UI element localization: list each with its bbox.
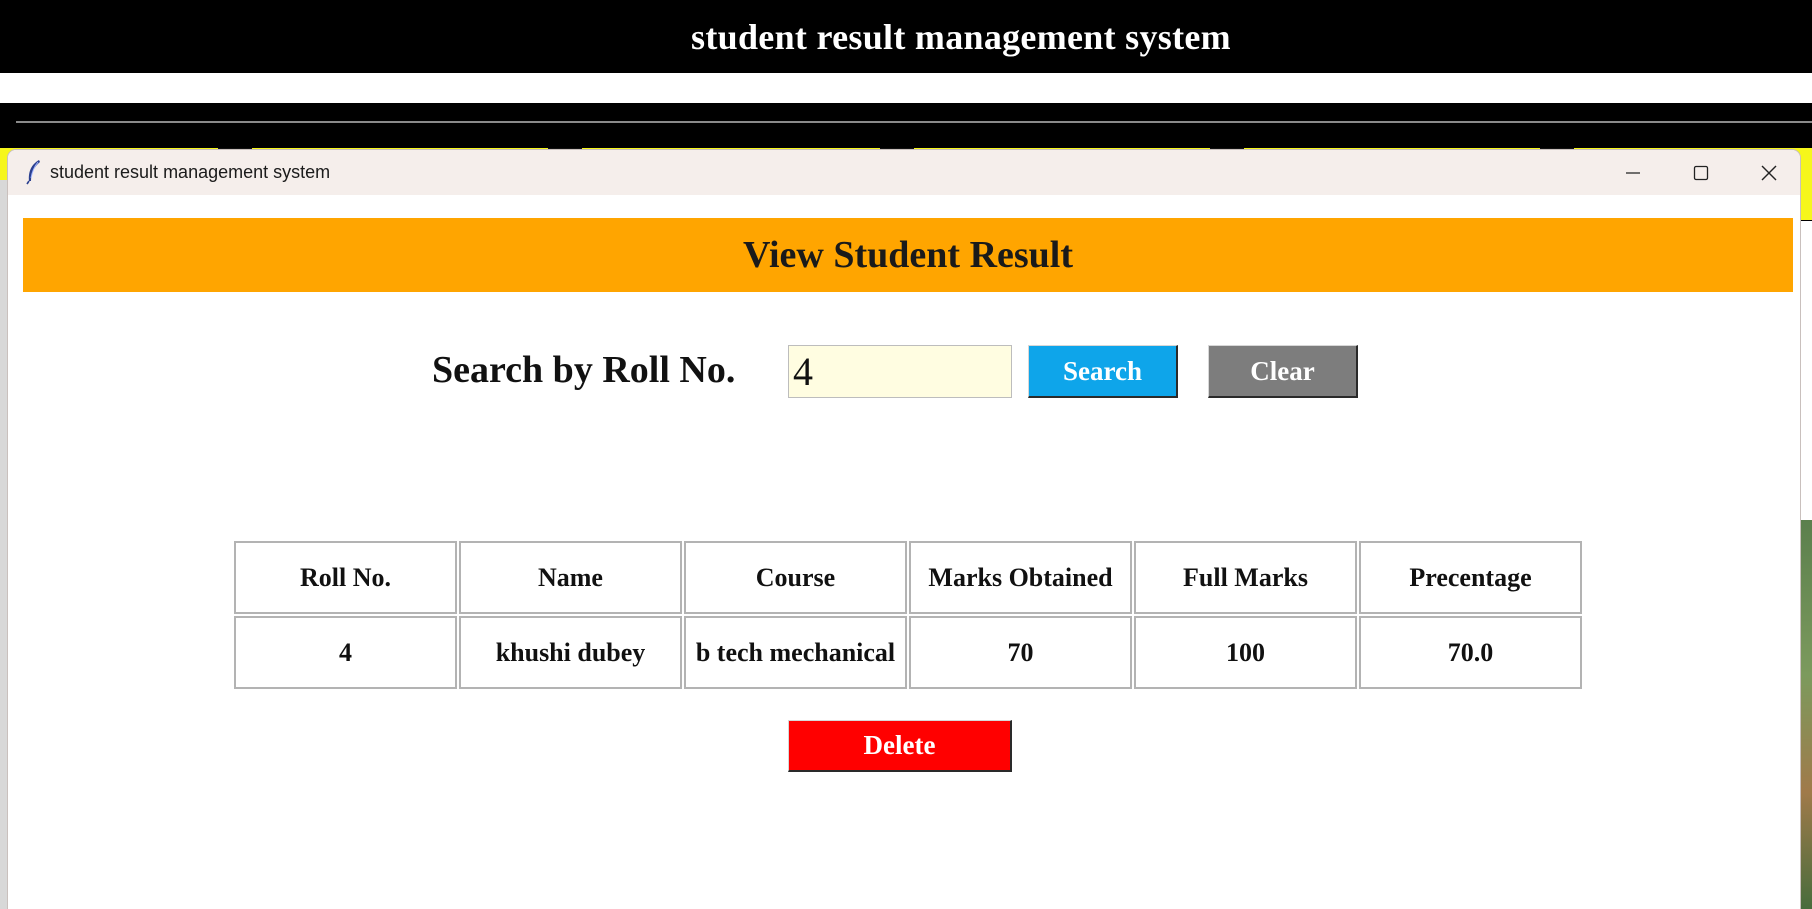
table-header-row: Roll No. Name Course Marks Obtained Full…: [234, 541, 1582, 614]
result-table: Roll No. Name Course Marks Obtained Full…: [232, 539, 1584, 691]
main-app-strip: [0, 73, 1812, 103]
dialog-title: student result management system: [50, 162, 331, 182]
main-app-left-edge: [0, 180, 8, 909]
cell-name: khushi dubey: [459, 616, 682, 689]
column-header-full-marks: Full Marks: [1134, 541, 1357, 614]
column-header-roll-no: Roll No.: [234, 541, 457, 614]
search-button[interactable]: Search: [1028, 345, 1178, 398]
cell-full-marks: 100: [1134, 616, 1357, 689]
minimize-button[interactable]: [1599, 150, 1667, 195]
main-app-title: student result management system: [691, 16, 1231, 57]
feather-icon: [26, 160, 40, 185]
desktop-background-edge: [1800, 520, 1812, 909]
cell-course: b tech mechanical: [684, 616, 907, 689]
column-header-marks-obtained: Marks Obtained: [909, 541, 1132, 614]
clear-button[interactable]: Clear: [1208, 345, 1358, 398]
search-label: Search by Roll No.: [432, 349, 736, 391]
main-app-title-bar: student result management system: [0, 0, 1812, 73]
cell-roll-no: 4: [234, 616, 457, 689]
maximize-button[interactable]: [1667, 150, 1735, 195]
cell-percentage: 70.0: [1359, 616, 1582, 689]
dialog-title-bar[interactable]: student result management system: [8, 150, 1800, 195]
column-header-percentage: Precentage: [1359, 541, 1582, 614]
column-header-course: Course: [684, 541, 907, 614]
cell-marks-obtained: 70: [909, 616, 1132, 689]
page-header: View Student Result: [23, 218, 1793, 292]
table-row: 4 khushi dubey b tech mechanical 70 100 …: [234, 616, 1582, 689]
view-result-dialog: student result management system View St…: [8, 150, 1800, 909]
close-button[interactable]: [1735, 150, 1800, 195]
close-icon: [1761, 165, 1777, 180]
minimize-icon: [1626, 171, 1640, 174]
menu-divider: [16, 121, 1812, 123]
maximize-icon: [1693, 165, 1709, 180]
column-header-name: Name: [459, 541, 682, 614]
delete-button[interactable]: Delete: [788, 720, 1012, 772]
roll-number-input[interactable]: [788, 345, 1012, 398]
